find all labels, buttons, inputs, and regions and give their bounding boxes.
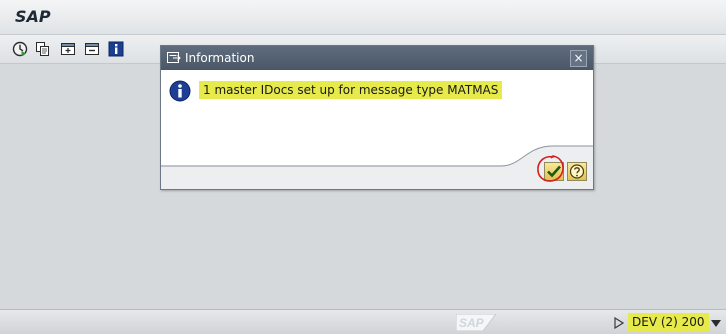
sap-logo: SAP xyxy=(456,314,496,331)
annotation-circle xyxy=(537,155,564,182)
title-bar: SAP xyxy=(0,0,726,35)
app-title: SAP xyxy=(15,7,51,26)
dialog-title: Information xyxy=(185,51,255,65)
close-button[interactable]: × xyxy=(570,50,587,67)
delete-icon[interactable] xyxy=(84,41,100,57)
expand-status-icon[interactable] xyxy=(614,317,624,329)
help-icon xyxy=(569,164,585,179)
dialog-header[interactable]: Information × xyxy=(161,46,593,70)
window-icon xyxy=(167,52,181,63)
help-button[interactable] xyxy=(567,162,587,181)
svg-text:SAP: SAP xyxy=(459,316,485,330)
system-info[interactable]: DEV (2) 200 xyxy=(628,313,709,331)
dropdown-arrow-icon[interactable] xyxy=(711,320,721,327)
copy-icon[interactable] xyxy=(35,41,51,57)
create-icon[interactable] xyxy=(60,41,76,57)
execute-icon[interactable] xyxy=(12,41,28,57)
status-bar: SAP DEV (2) 200 xyxy=(0,309,726,334)
information-dialog: Information × 1 master IDocs set up for … xyxy=(160,45,594,190)
information-icon xyxy=(169,80,191,102)
dialog-footer xyxy=(161,145,593,189)
message-text: 1 master IDocs set up for message type M… xyxy=(199,81,503,99)
info-icon[interactable] xyxy=(108,41,124,57)
